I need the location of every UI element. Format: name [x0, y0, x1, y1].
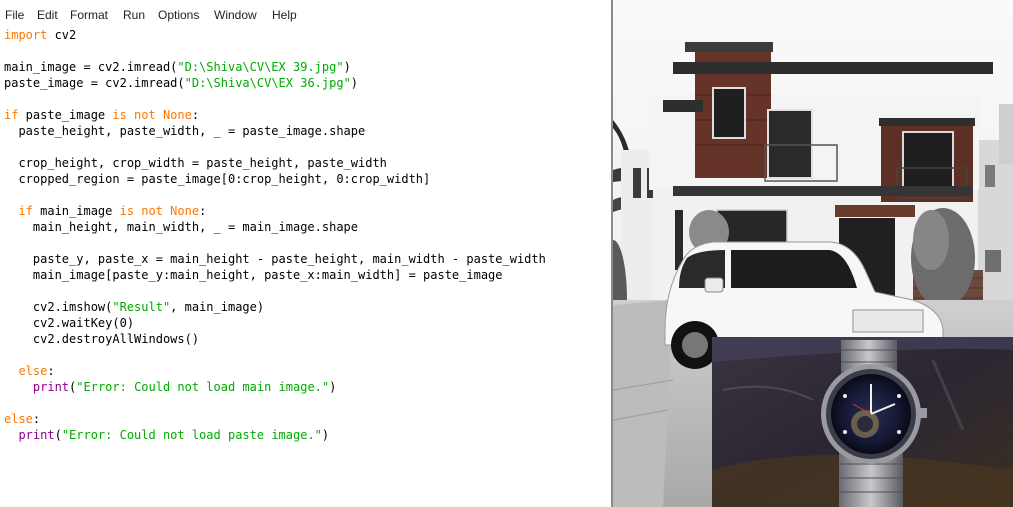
code-text: :: [32, 412, 41, 426]
code-text: cv2.waitKey(0): [4, 316, 135, 330]
code-text: main_image[paste_y:main_height, paste_x:…: [4, 268, 503, 282]
code-text: main_height, main_width, _ = main_image.…: [4, 220, 359, 234]
code-line: paste_height, paste_width, _ = paste_ima…: [4, 123, 546, 139]
code-text: ): [343, 60, 351, 74]
code-text: paste_image: [18, 108, 113, 122]
code-line: crop_height, crop_width = paste_height, …: [4, 155, 546, 171]
code-keyword: else: [18, 364, 48, 378]
code-keyword: else: [4, 412, 33, 426]
code-keyword: if: [4, 108, 19, 122]
result-image-window: [613, 0, 1013, 507]
code-line: cv2.waitKey(0): [4, 315, 546, 331]
code-string: "Result": [112, 300, 171, 314]
code-text: :: [191, 108, 200, 122]
code-line: import cv2: [4, 27, 546, 43]
code-line: else:: [4, 411, 546, 427]
code-text: :: [199, 204, 207, 218]
pasted-watch-image: [712, 337, 1013, 507]
code-line: else:: [4, 363, 546, 379]
menu-window[interactable]: Window: [214, 8, 257, 22]
code-line: paste_image = cv2.imread("D:\Shiva\CV\EX…: [4, 75, 546, 91]
code-keyword: import: [4, 28, 48, 42]
code-line: main_height, main_width, _ = main_image.…: [4, 219, 546, 235]
code-string: "Error: Could not load paste image.": [61, 428, 322, 442]
code-line: cv2.destroyAllWindows(): [4, 331, 546, 347]
code-line: cropped_region = paste_image[0:crop_heig…: [4, 171, 546, 187]
code-text: (: [54, 428, 62, 442]
code-line: main_image[paste_y:main_height, paste_x:…: [4, 267, 546, 283]
code-string: "D:\Shiva\CV\EX 39.jpg": [177, 60, 344, 74]
code-text: cv2: [47, 28, 77, 42]
code-string: "D:\Shiva\CV\EX 36.jpg": [184, 76, 351, 90]
code-text-area[interactable]: import cv2 main_image = cv2.imread("D:\S…: [4, 27, 546, 443]
menu-edit[interactable]: Edit: [37, 8, 58, 22]
idle-editor-window: File Edit Format Run Options Window Help…: [0, 0, 611, 507]
code-text: paste_image = cv2.imread(: [4, 76, 185, 90]
code-string: "Error: Could not load main image.": [76, 380, 330, 394]
code-text: main_image: [32, 204, 120, 218]
code-line: print("Error: Could not load paste image…: [4, 427, 546, 443]
code-line: paste_y, paste_x = main_height - paste_h…: [4, 251, 546, 267]
code-text: ): [329, 380, 337, 394]
menu-format[interactable]: Format: [70, 8, 108, 22]
code-text: ): [321, 428, 330, 442]
code-text: :: [47, 364, 55, 378]
code-line: print("Error: Could not load main image.…: [4, 379, 546, 395]
code-line: cv2.imshow("Result", main_image): [4, 299, 546, 315]
code-builtin: print: [18, 428, 55, 442]
code-text: paste_y, paste_x = main_height - paste_h…: [4, 252, 546, 266]
code-line: if paste_image is not None:: [4, 107, 546, 123]
code-line: main_image = cv2.imread("D:\Shiva\CV\EX …: [4, 59, 546, 75]
code-text: cv2.destroyAllWindows(): [4, 332, 200, 346]
code-text: crop_height, crop_width = paste_height, …: [4, 156, 387, 170]
code-text: cv2.imshow(: [4, 300, 113, 314]
menu-file[interactable]: File: [5, 8, 24, 22]
code-text: ): [350, 76, 359, 90]
code-keyword: is not None: [119, 204, 200, 218]
code-text: cropped_region = paste_image[0:crop_heig…: [4, 172, 431, 186]
code-text: main_image = cv2.imread(: [4, 60, 178, 74]
code-text: , main_image): [170, 300, 265, 314]
menu-help[interactable]: Help: [272, 8, 297, 22]
code-line: if main_image is not None:: [4, 203, 546, 219]
code-keyword: if: [18, 204, 33, 218]
code-builtin: print: [32, 380, 70, 394]
code-keyword: is not None: [112, 108, 192, 122]
menu-options[interactable]: Options: [158, 8, 199, 22]
result-image: [613, 0, 1013, 507]
menu-bar: File Edit Format Run Options Window Help: [0, 0, 611, 26]
menu-run[interactable]: Run: [123, 8, 145, 22]
code-text: paste_height, paste_width, _ = paste_ima…: [4, 124, 366, 138]
